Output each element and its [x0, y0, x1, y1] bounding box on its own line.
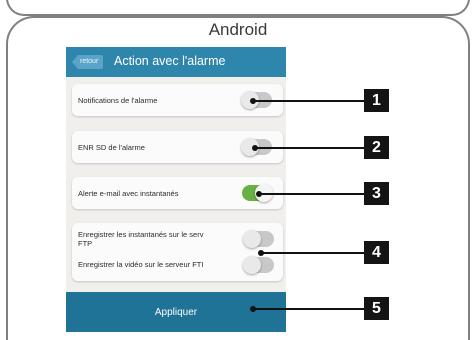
- callout-number-4: 4: [364, 241, 389, 264]
- setting-label-notifications: Notifications de l'alarme: [78, 96, 158, 105]
- page-title: Action avec l'alarme: [114, 54, 226, 68]
- callout-number-2: 2: [364, 136, 389, 159]
- callout-number-1: 1: [364, 89, 389, 112]
- callout-line-3: [259, 193, 364, 195]
- setting-card-email-alert: Alerte e-mail avec instantanés: [72, 177, 283, 209]
- setting-label-ftp-snapshots-line2: FTP: [78, 239, 93, 248]
- setting-label-email-alert: Alerte e-mail avec instantanés: [78, 189, 179, 198]
- device-frame-top: [6, 0, 470, 16]
- setting-label-ftp-video: Enregistrer la vidéo sur le serveur FTI: [78, 260, 204, 269]
- callout-line-5: [253, 308, 364, 310]
- toggle-knob: [243, 256, 261, 274]
- apply-button[interactable]: Appliquer: [66, 292, 286, 332]
- callout-line-2: [255, 147, 364, 149]
- toggle-ftp-video[interactable]: [243, 256, 274, 274]
- setting-label-sd-record: ENR SD de l'alarme: [78, 143, 145, 152]
- callout-line-1: [253, 100, 364, 102]
- setting-label-ftp-snapshots: Enregistrer les instantanés sur le serv: [78, 230, 204, 239]
- callout-number-3: 3: [364, 182, 389, 205]
- callout-number-5: 5: [364, 297, 389, 320]
- toggle-ftp-snapshots[interactable]: [243, 230, 274, 248]
- app-header: retour Action avec l'alarme: [66, 47, 286, 77]
- os-label: Android: [208, 20, 268, 39]
- toggle-knob: [243, 230, 261, 248]
- setting-card-ftp: Enregistrer les instantanés sur le serv …: [72, 223, 283, 281]
- callout-line-4: [261, 252, 364, 254]
- back-button[interactable]: retour: [72, 55, 104, 69]
- phone-screen: retour Action avec l'alarme Notification…: [66, 47, 286, 332]
